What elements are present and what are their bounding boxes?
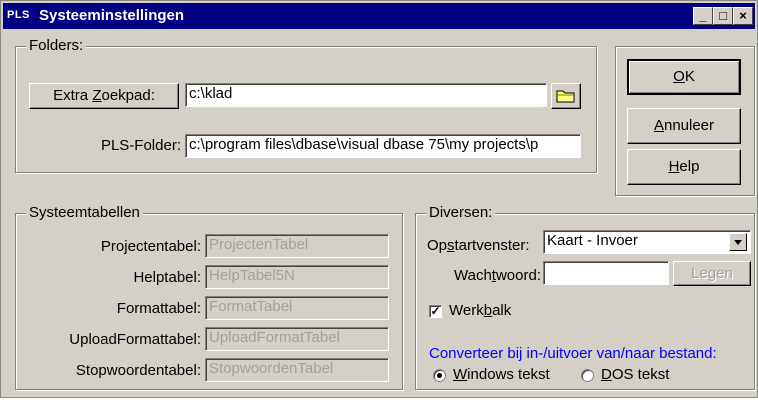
windows-label-ul: W: [453, 366, 468, 383]
cancel-button[interactable]: Annuleer: [627, 108, 741, 144]
minimize-button[interactable]: _: [693, 7, 713, 25]
startup-window-value: Kaart - Invoer: [547, 232, 638, 249]
close-icon: ×: [739, 8, 747, 23]
startup-label-post: tartvenster:: [454, 237, 530, 254]
close-button[interactable]: ×: [733, 7, 753, 25]
toolbar-checkbox[interactable]: ✓: [429, 305, 442, 318]
extra-search-path-button[interactable]: Extra Zoekpad:: [29, 83, 179, 109]
pls-folder-label: PLS-Folder:: [100, 137, 181, 154]
toolbar-checkbox-label[interactable]: Werkbalk: [449, 302, 511, 319]
password-label: Wachtwoord:: [421, 267, 541, 284]
windows-text-label[interactable]: Windows tekst: [453, 366, 550, 383]
maximize-icon: □: [719, 8, 727, 23]
startup-window-select[interactable]: Kaart - Invoer: [543, 230, 751, 254]
clear-button-label: Legen: [691, 265, 733, 282]
stopwords-table-label: Stopwoordentabel:: [75, 362, 201, 379]
pls-app-icon: PLS: [7, 9, 30, 21]
pls-folder-input[interactable]: c:\program files\dbase\visual dbase 75\m…: [185, 134, 581, 158]
upload-format-table-label: UploadFormattabel:: [69, 331, 201, 348]
ok-label-rest: K: [684, 68, 695, 85]
dos-label-rest: OS tekst: [611, 366, 670, 383]
extra-button-label-pre: Extra: [53, 87, 93, 104]
maximize-button[interactable]: □: [713, 7, 733, 25]
chevron-down-icon[interactable]: [729, 233, 747, 251]
folder-icon: [556, 90, 575, 103]
format-table-label: Formattabel:: [116, 300, 201, 317]
ok-button[interactable]: OK: [627, 59, 741, 95]
folders-legend: Folders:: [26, 37, 87, 54]
extra-button-label-post: oekpad:: [101, 87, 155, 104]
misc-legend: Diversen:: [426, 204, 496, 221]
windows-text-radio[interactable]: [433, 369, 446, 382]
toolbar-label-ul: b: [483, 302, 493, 319]
dos-text-label[interactable]: DOS tekst: [601, 366, 669, 383]
browse-folder-button[interactable]: [551, 83, 581, 109]
help-button[interactable]: Help: [627, 149, 741, 185]
toolbar-label-post: alk: [492, 302, 512, 319]
convert-heading: Converteer bij in-/uitvoer van/naar best…: [429, 345, 717, 362]
title-bar[interactable]: PLS Systeeminstellingen _ □ ×: [3, 3, 755, 29]
settings-window: PLS Systeeminstellingen _ □ × Folders: E…: [0, 0, 758, 398]
stopwords-table-field: StopwoordenTabel: [205, 358, 389, 382]
password-label-pre: Wach: [454, 267, 492, 284]
password-label-post: woord:: [495, 267, 541, 284]
projects-table-field: ProjectenTabel: [205, 234, 389, 258]
startup-window-label: Opstartvenster:: [427, 237, 530, 254]
cancel-label-rest: nnuleer: [663, 117, 715, 134]
help-table-field: HelpTabel5N: [205, 265, 389, 289]
help-table-label: Helptabel:: [133, 269, 201, 286]
upload-format-table-field: UploadFormatTabel: [205, 327, 389, 351]
check-icon: ✓: [430, 304, 441, 318]
dos-label-ul: D: [601, 366, 612, 383]
projects-table-label: Projectentabel:: [100, 238, 201, 255]
toolbar-label-pre: Werk: [449, 302, 484, 319]
system-tables-legend: Systeemtabellen: [26, 204, 143, 221]
password-input[interactable]: [543, 261, 669, 285]
extra-search-path-input[interactable]: c:\klad: [185, 83, 547, 107]
minimize-icon: _: [699, 8, 707, 23]
ok-label-ul: O: [673, 68, 685, 85]
startup-label-ul: s: [447, 237, 455, 254]
help-label-rest: elp: [679, 158, 700, 175]
startup-label-pre: Op: [427, 237, 448, 254]
format-table-field: FormatTabel: [205, 296, 389, 320]
window-title: Systeeminstellingen: [39, 7, 185, 24]
windows-label-rest: indows tekst: [467, 366, 550, 383]
dos-text-radio[interactable]: [581, 369, 594, 382]
clear-password-button[interactable]: Legen: [673, 261, 751, 286]
cancel-label-ul: A: [653, 117, 664, 134]
help-label-ul: H: [668, 158, 680, 175]
